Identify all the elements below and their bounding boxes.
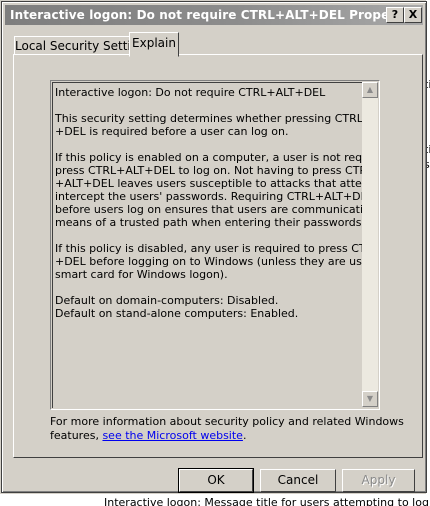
- window-title: Interactive logon: Do not require CTRL+A…: [10, 8, 421, 22]
- vertical-scrollbar[interactable]: ▲ ▼: [362, 82, 378, 407]
- explain-text-line: before users log on ensures that users a…: [55, 203, 362, 216]
- title-bar[interactable]: Interactive logon: Do not require CTRL+A…: [5, 5, 423, 25]
- explain-text-line: means of a trusted path when entering th…: [55, 216, 362, 229]
- explain-text-line: This security setting determines whether…: [55, 112, 362, 125]
- more-info-text: For more information about security poli…: [50, 415, 404, 443]
- more-info-prefix: features,: [50, 429, 103, 442]
- help-button[interactable]: ?: [386, 7, 404, 23]
- explain-text-line: intercept the users' passwords. Requirin…: [55, 190, 362, 203]
- default-domain-computers: Default on domain-computers: Disabled.: [55, 294, 279, 307]
- ok-button[interactable]: OK: [178, 468, 254, 493]
- more-info-line-1: For more information about security poli…: [50, 415, 404, 428]
- scroll-up-icon[interactable]: ▲: [362, 82, 378, 98]
- explain-text-line: +DEL is required before a user can log o…: [55, 125, 289, 138]
- explain-heading: Interactive logon: Do not require CTRL+A…: [55, 86, 326, 99]
- explain-text-line: +ALT+DEL leaves users susceptible to att…: [55, 177, 362, 190]
- microsoft-website-link[interactable]: see the Microsoft website: [102, 429, 242, 442]
- apply-button[interactable]: Apply: [342, 469, 415, 492]
- explain-text-line: If this policy is enabled on a computer,…: [55, 151, 362, 164]
- explain-text-line: press CTRL+ALT+DEL to log on. Not having…: [55, 164, 362, 177]
- background-text-fragment: Interactive logon: Message title for use…: [104, 496, 429, 506]
- properties-dialog: Interactive logon: Do not require CTRL+A…: [1, 1, 427, 493]
- close-button[interactable]: X: [404, 7, 422, 23]
- more-info-line-2: features, see the Microsoft website.: [50, 429, 404, 443]
- scroll-down-icon[interactable]: ▼: [362, 391, 378, 407]
- tab-explain[interactable]: Explain: [129, 32, 179, 57]
- explain-text-line: +DEL before logging on to Windows (unles…: [55, 255, 362, 268]
- default-standalone-computers: Default on stand-alone computers: Enable…: [55, 307, 299, 320]
- explain-text-content: Interactive logon: Do not require CTRL+A…: [52, 82, 362, 408]
- cancel-button[interactable]: Cancel: [260, 469, 336, 492]
- more-info-suffix: .: [242, 429, 247, 442]
- explain-text-box[interactable]: Interactive logon: Do not require CTRL+A…: [50, 80, 380, 410]
- explain-text-line: If this policy is disabled, any user is …: [55, 242, 362, 255]
- tab-local-security-setting[interactable]: Local Security Setting: [14, 36, 146, 55]
- background-window-strip: Interactive logon: Message title for use…: [0, 494, 430, 506]
- explain-text-line: smart card for Windows logon).: [55, 268, 228, 281]
